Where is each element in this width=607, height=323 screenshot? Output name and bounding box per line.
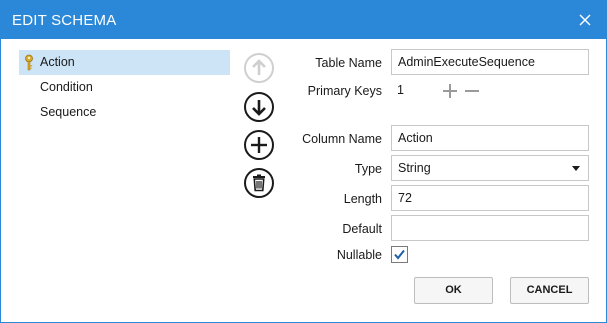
checkmark-icon: [394, 249, 405, 260]
ok-button[interactable]: OK: [414, 277, 493, 304]
edit-schema-dialog: EDIT SCHEMA Action Condition Sequence Ta…: [0, 0, 607, 323]
close-button[interactable]: [574, 9, 596, 31]
nullable-checkbox[interactable]: [391, 246, 408, 263]
type-selected-value: String: [398, 161, 431, 175]
minus-icon: [465, 90, 479, 92]
length-label: Length: [343, 192, 382, 206]
column-name-input[interactable]: [391, 125, 589, 151]
primary-keys-increment-button[interactable]: [441, 82, 459, 100]
type-select[interactable]: String: [391, 155, 589, 181]
field-item-condition[interactable]: Condition: [19, 75, 230, 100]
field-item-action[interactable]: Action: [19, 50, 230, 75]
primary-keys-value: 1: [397, 83, 404, 97]
field-label: Action: [40, 55, 75, 69]
plus-icon: [443, 84, 457, 98]
table-name-label: Table Name: [315, 56, 382, 70]
delete-field-button[interactable]: [244, 168, 274, 198]
move-up-button[interactable]: [244, 53, 274, 83]
chevron-down-icon: [572, 166, 580, 171]
length-input[interactable]: [391, 185, 589, 211]
arrow-down-icon: [252, 100, 266, 116]
key-icon: [25, 54, 33, 71]
trash-icon: [253, 174, 265, 192]
default-input[interactable]: [391, 215, 589, 241]
primary-keys-label: Primary Keys: [307, 84, 382, 98]
field-list: Action Condition Sequence: [19, 50, 230, 125]
field-item-sequence[interactable]: Sequence: [19, 100, 230, 125]
field-label: Sequence: [40, 105, 97, 119]
type-label: Type: [354, 162, 382, 176]
title-bar: EDIT SCHEMA: [1, 1, 606, 39]
primary-keys-decrement-button[interactable]: [463, 82, 481, 100]
column-name-label: Column Name: [302, 132, 382, 146]
cancel-button[interactable]: CANCEL: [510, 277, 589, 304]
move-down-button[interactable]: [244, 92, 274, 122]
default-label: Default: [342, 222, 382, 236]
plus-icon: [251, 137, 267, 153]
dialog-title: EDIT SCHEMA: [12, 12, 117, 29]
nullable-label: Nullable: [336, 248, 382, 262]
field-label: Condition: [40, 80, 93, 94]
close-icon: [579, 14, 591, 26]
table-name-input[interactable]: [391, 49, 589, 75]
add-field-button[interactable]: [244, 130, 274, 160]
arrow-up-icon: [252, 59, 266, 75]
